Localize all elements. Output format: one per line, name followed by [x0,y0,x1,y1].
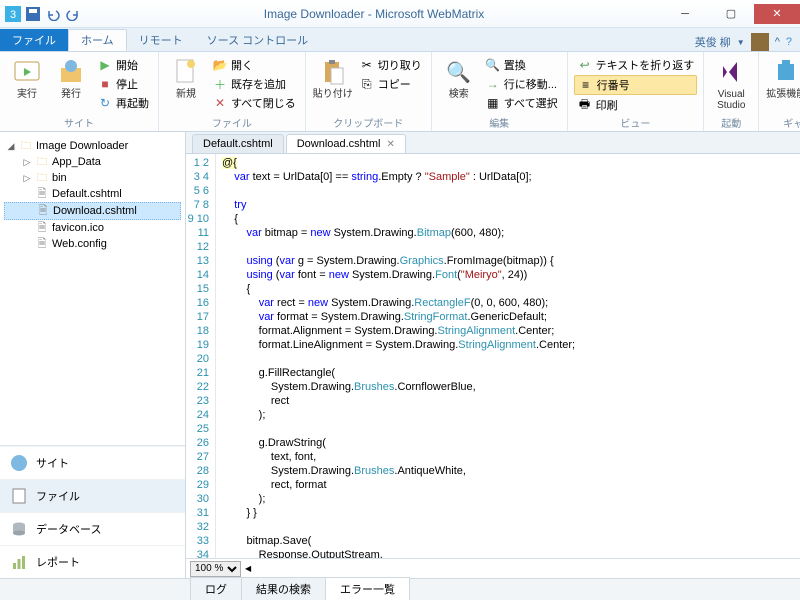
window-title: Image Downloader - Microsoft WebMatrix [86,7,662,21]
add-file-icon: ＋ [212,76,228,92]
sidebar: ◢🗀Image Downloader ▷🗀App_Data▷🗀bin🗎Defau… [0,132,186,578]
tab-remote[interactable]: リモート [127,29,195,51]
editor-tab[interactable]: Download.cshtml✕ [286,134,406,153]
restart-button[interactable]: ↻再起動 [94,94,152,112]
help-icon[interactable]: ? [786,36,792,48]
cut-icon: ✂ [359,57,375,73]
expander-icon: ▷ [22,157,32,168]
publish-button[interactable]: 発行 [50,54,92,100]
editor-tabs: Default.cshtml Download.cshtml✕ [186,132,800,154]
search-icon: 🔍 [443,56,475,88]
extensions-button[interactable]: 拡張機能 [765,54,800,100]
expander-icon: ▷ [22,173,32,184]
tree-item[interactable]: 🗎Default.cshtml [4,186,181,202]
maximize-button[interactable]: ▢ [708,4,754,24]
nav-database[interactable]: データベース [0,512,185,545]
app-icon[interactable]: 3 [4,5,22,23]
close-all-button[interactable]: ✕すべて閉じる [209,94,299,112]
redo-icon[interactable] [64,5,82,23]
restart-icon: ↻ [97,95,113,111]
menu-bar: ファイル ホーム リモート ソース コントロール 英俊 柳 ▼ ^ ? [0,28,800,52]
goto-icon: → [485,76,501,92]
code-text[interactable]: @{ var text = UrlData[0] == string.Empty… [216,154,800,558]
line-numbers-button[interactable]: ≡行番号 [574,75,698,95]
close-all-icon: ✕ [212,95,228,111]
folder-open-icon: 📂 [212,57,228,73]
file-tree: ◢🗀Image Downloader ▷🗀App_Data▷🗀bin🗎Defau… [0,132,185,445]
start-button[interactable]: ▶開始 [94,56,152,74]
tree-root[interactable]: ◢🗀Image Downloader [4,138,181,154]
zoom-bar: 100 % ◀ [186,558,800,578]
chevron-left-icon[interactable]: ◀ [245,564,251,573]
new-button[interactable]: 新規 [165,54,207,100]
tree-item[interactable]: ▷🗀App_Data [4,154,181,170]
replace-icon: 🔍 [485,57,501,73]
folder-icon: 🗀 [35,155,49,169]
copy-icon: ⎘ [359,76,375,92]
file-icon: 🗎 [35,221,49,235]
collapse-ribbon-icon[interactable]: ^ [775,36,780,48]
cut-button[interactable]: ✂切り取り [356,56,425,74]
expander-icon: ◢ [6,141,16,152]
code-editor[interactable]: 1 2 3 4 5 6 7 8 9 10 11 12 13 14 15 16 1… [186,154,800,558]
tab-home[interactable]: ホーム [68,29,127,51]
title-bar: 3 Image Downloader - Microsoft WebMatrix… [0,0,800,28]
line-num-icon: ≡ [578,77,594,93]
find-button[interactable]: 🔍検索 [438,54,480,100]
replace-button[interactable]: 🔍置換 [482,56,561,74]
save-icon[interactable] [24,5,42,23]
ribbon: 実行 発行 ▶開始 ■停止 ↻再起動 サイト 新規 📂開く ＋既存を追加 ✕すべ… [0,52,800,132]
close-tab-icon[interactable]: ✕ [386,139,394,150]
print-button[interactable]: 🖶印刷 [574,96,698,114]
status-tab-errors[interactable]: エラー一覧 [325,577,410,600]
stop-button[interactable]: ■停止 [94,75,152,93]
tab-source-control[interactable]: ソース コントロール [195,29,321,51]
play-icon: ▶ [97,57,113,73]
print-icon: 🖶 [577,97,593,113]
nav-site[interactable]: サイト [0,446,185,479]
minimize-button[interactable]: ─ [662,4,708,24]
file-icon: 🗎 [36,204,50,218]
wrap-text-button[interactable]: ↩テキストを折り返す [574,56,698,74]
tree-item[interactable]: 🗎Download.cshtml [4,202,181,220]
svg-text:3: 3 [10,9,16,21]
status-tab-search[interactable]: 結果の検索 [241,577,326,600]
nav-file[interactable]: ファイル [0,479,185,512]
editor-tab[interactable]: Default.cshtml [192,134,284,153]
status-tab-log[interactable]: ログ [190,577,242,600]
stop-icon: ■ [97,76,113,92]
nav-report[interactable]: レポート [0,545,185,578]
quick-access-toolbar: 3 [0,5,86,23]
add-existing-button[interactable]: ＋既存を追加 [209,75,299,93]
file-menu[interactable]: ファイル [0,29,68,51]
visual-studio-button[interactable]: Visual Studio [710,54,752,111]
run-button[interactable]: 実行 [6,54,48,100]
paste-button[interactable]: 貼り付け [312,54,354,100]
tree-item[interactable]: 🗎favicon.ico [4,220,181,236]
line-gutter: 1 2 3 4 5 6 7 8 9 10 11 12 13 14 15 16 1… [186,154,216,558]
file-icon: 🗎 [35,187,49,201]
avatar[interactable] [751,33,769,51]
status-bar: ログ 結果の検索 エラー一覧 [0,578,800,600]
file-icon: 🗎 [35,237,49,251]
wrap-icon: ↩ [577,57,593,73]
zoom-select[interactable]: 100 % [190,561,241,577]
folder-icon: 🗀 [35,171,49,185]
undo-icon[interactable] [44,5,62,23]
tree-item[interactable]: ▷🗀bin [4,170,181,186]
select-all-icon: ▦ [485,95,501,111]
user-name: 英俊 柳 [695,34,731,50]
chevron-down-icon[interactable]: ▼ [737,38,745,47]
goto-line-button[interactable]: →行に移動... [482,75,561,93]
select-all-button[interactable]: ▦すべて選択 [482,94,561,112]
close-button[interactable]: ✕ [754,4,800,24]
folder-icon: 🗀 [19,139,33,153]
tree-item[interactable]: 🗎Web.config [4,236,181,252]
copy-button[interactable]: ⎘コピー [356,75,425,93]
open-button[interactable]: 📂開く [209,56,299,74]
